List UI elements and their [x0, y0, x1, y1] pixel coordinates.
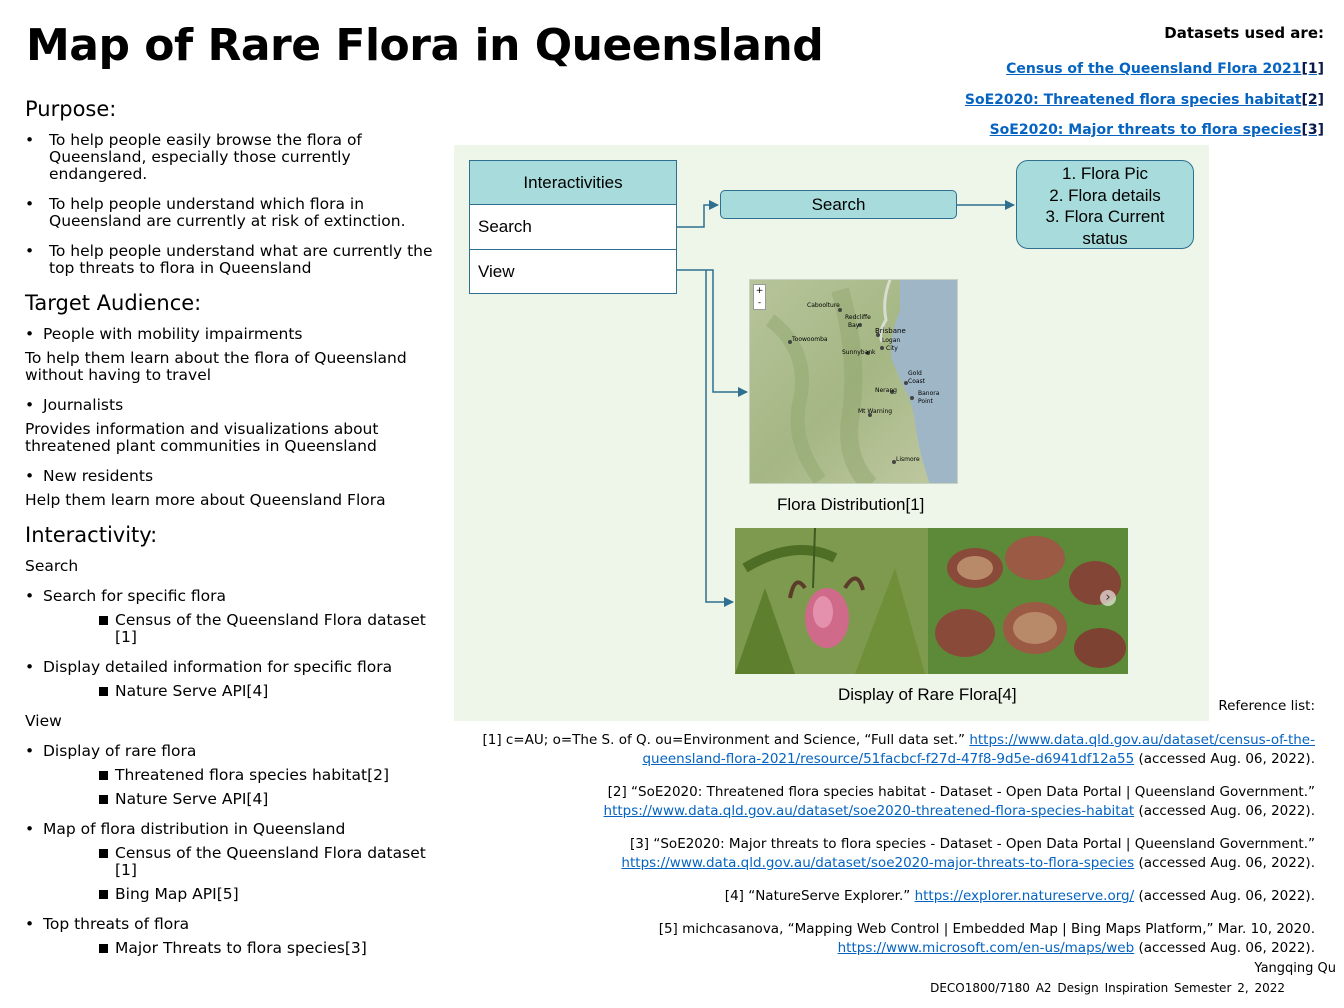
reference-text: [5] michcasanova, “Mapping Web Control |… — [658, 921, 1315, 937]
map-zoom-control[interactable]: + - — [753, 284, 766, 310]
arrow-view-to-photos — [705, 270, 734, 607]
map-terrain — [750, 280, 957, 483]
info-line: 3. Flora Current — [1045, 207, 1165, 226]
rare-flora-photos[interactable]: › — [735, 528, 1128, 674]
map-place-label: Caboolture — [807, 302, 840, 309]
map-place-label: Logan — [882, 337, 901, 344]
arrow-search-to-searchbox — [677, 200, 719, 228]
interactivities-header: Interactivities — [470, 161, 676, 205]
map-place-label: Lismore — [896, 456, 920, 463]
flora-photo-strip — [735, 528, 1128, 674]
audience-group-name: People with mobility impairments — [25, 326, 445, 344]
author-name: Yangqing Qu — [1254, 961, 1336, 976]
reference-link[interactable]: https://www.microsoft.com/en-us/maps/web — [838, 940, 1135, 956]
info-line: status — [1082, 228, 1128, 248]
reference-text: [2] “SoE2020: Threatened flora species h… — [607, 784, 1315, 800]
datasets-heading: Datasets used are: — [1164, 24, 1324, 42]
zoom-out-button[interactable]: - — [754, 297, 765, 309]
datasets-panel: Datasets used are: Census of the Queensl… — [965, 24, 1324, 146]
reference-text: [1] c=AU; o=The S. of Q. ou=Environment … — [482, 732, 966, 748]
page-title: Map of Rare Flora in Queensland — [26, 20, 824, 71]
interactivities-table: Interactivities Search View — [469, 160, 677, 294]
dataset-link-census[interactable]: Census of the Queensland Flora 2021[1] — [965, 54, 1324, 85]
reference-accessed: (accessed Aug. 06, 2022). — [1138, 855, 1315, 871]
audience-group-name: Journalists — [25, 397, 445, 415]
view-feature-source: Threatened flora species habitat[2] — [25, 767, 445, 784]
map-place-label: Gold — [908, 370, 922, 377]
reference-item: [3] “SoE2020: Major threats to flora spe… — [455, 835, 1315, 873]
photo-next-button[interactable]: › — [1100, 590, 1116, 606]
map-place-label: Sunnybank — [842, 349, 876, 356]
map-place-label: Point — [918, 398, 933, 405]
map-place-label: Brisbane — [875, 327, 906, 335]
arrow-view-to-map — [677, 269, 748, 397]
audience-heading: Target Audience: — [25, 291, 202, 315]
left-column: Purpose: To help people easily browse th… — [25, 96, 445, 964]
purpose-item: To help people understand what are curre… — [25, 243, 445, 277]
reference-link[interactable]: https://explorer.natureserve.org/ — [915, 888, 1135, 904]
interactivity-view-label: View — [25, 712, 62, 730]
map-place-label: Redcliffe — [845, 314, 871, 321]
map-place-label: Mt Warning — [858, 408, 893, 415]
map-place-label: Coast — [908, 378, 926, 385]
view-feature-source: Census of the Queensland Flora dataset [… — [25, 845, 445, 879]
audience-group-desc: To help them learn about the flora of Qu… — [25, 349, 407, 384]
view-feature-source: Nature Serve API[4] — [25, 791, 445, 808]
audience-group-desc: Help them learn more about Queensland Fl… — [25, 491, 386, 509]
search-feature-source: Nature Serve API[4] — [25, 683, 445, 700]
reference-link[interactable]: https://www.data.qld.gov.au/dataset/soe2… — [621, 855, 1134, 871]
reference-accessed: (accessed Aug. 06, 2022). — [1138, 751, 1315, 767]
search-feature-source: Census of the Queensland Flora dataset [… — [25, 612, 445, 646]
zoom-in-button[interactable]: + — [754, 285, 765, 297]
view-feature: Map of flora distribution in Queensland — [25, 821, 445, 839]
purpose-heading: Purpose: — [25, 97, 117, 121]
map-place-label: Bay — [848, 322, 860, 329]
info-line: 1. Flora Pic — [1062, 164, 1148, 183]
reference-item: [1] c=AU; o=The S. of Q. ou=Environment … — [455, 731, 1315, 769]
table-row-search[interactable]: Search — [470, 205, 676, 249]
dataset-link-major-threats[interactable]: SoE2020: Major threats to flora species[… — [965, 115, 1324, 146]
reference-text: [4] “NatureServe Explorer.” — [724, 888, 911, 904]
course-footer: DECO1800/7180 A2 Design Inspiration Seme… — [930, 981, 1285, 995]
view-feature-source: Bing Map API[5] — [25, 886, 445, 903]
reference-link[interactable]: https://www.data.qld.gov.au/dataset/soe2… — [604, 803, 1135, 819]
reference-item: [4] “NatureServe Explorer.” https://expl… — [455, 887, 1315, 906]
info-line: 2. Flora details — [1049, 185, 1161, 205]
reference-item: [5] michcasanova, “Mapping Web Control |… — [455, 920, 1315, 958]
map-caption: Flora Distribution[1] — [777, 495, 925, 514]
interactivity-heading: Interactivity: — [25, 523, 158, 547]
interaction-diagram: Interactivities Search View Search 1. Fl… — [454, 145, 1209, 721]
view-feature: Display of rare flora — [25, 743, 445, 761]
audience-group-desc: Provides information and visualizations … — [25, 420, 379, 455]
map-place-label: Toowoomba — [792, 336, 828, 343]
purpose-item: To help people understand which flora in… — [25, 196, 445, 230]
search-feature: Display detailed information for specifi… — [25, 659, 445, 677]
audience-group-name: New residents — [25, 468, 445, 486]
purpose-item: To help people easily browse the flora o… — [25, 132, 445, 183]
interactivity-search-label: Search — [25, 557, 79, 575]
reference-item: [2] “SoE2020: Threatened flora species h… — [455, 783, 1315, 821]
map-place-label: Nerang — [875, 387, 897, 394]
view-feature-source: Major Threats to flora species[3] — [25, 940, 445, 957]
search-box[interactable]: Search — [720, 190, 957, 219]
view-feature: Top threats of flora — [25, 916, 445, 934]
dataset-link-threatened-habitat[interactable]: SoE2020: Threatened flora species habita… — [965, 85, 1324, 116]
reference-accessed: (accessed Aug. 06, 2022). — [1138, 940, 1315, 956]
table-row-view[interactable]: View — [470, 249, 676, 293]
reference-text: [3] “SoE2020: Major threats to flora spe… — [629, 836, 1315, 852]
reference-heading: Reference list: — [1218, 698, 1315, 714]
reference-list: Reference list: [1] c=AU; o=The S. of Q.… — [455, 697, 1315, 972]
search-feature: Search for specific flora — [25, 588, 445, 606]
map-place-label: Banora — [918, 390, 940, 397]
reference-accessed: (accessed Aug. 06, 2022). — [1138, 888, 1315, 904]
map-place-label: City — [886, 345, 898, 352]
flora-info-box: 1. Flora Pic 2. Flora details 3. Flora C… — [1016, 160, 1194, 249]
reference-accessed: (accessed Aug. 06, 2022). — [1138, 803, 1315, 819]
flora-distribution-map[interactable]: + - Caboolture Redcliffe Bay Brisbane Lo… — [749, 279, 958, 484]
